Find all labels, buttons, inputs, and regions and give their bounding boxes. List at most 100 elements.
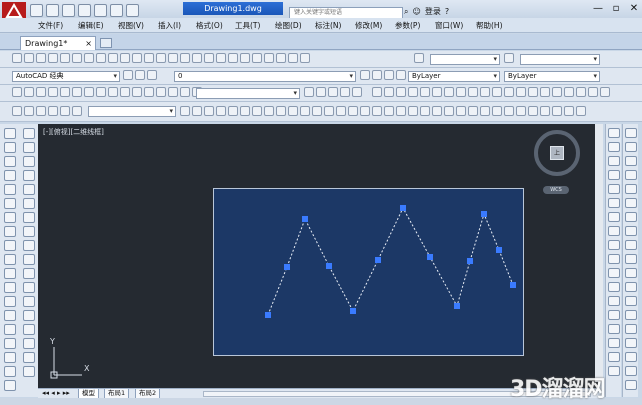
wedge-icon[interactable] — [420, 87, 430, 97]
menu-window[interactable]: 窗口(W) — [435, 20, 463, 31]
3d-rotate-icon[interactable] — [552, 87, 562, 97]
menu-draw[interactable]: 绘图(D) — [275, 20, 302, 31]
vertical-scrollbar[interactable] — [595, 124, 603, 382]
matchprop-icon[interactable] — [132, 53, 142, 63]
ellipse-arc-icon[interactable] — [4, 268, 16, 279]
snap-quadrant-icon[interactable] — [608, 184, 620, 194]
ucs-world-icon[interactable] — [168, 87, 178, 97]
menu-file[interactable]: 文件(F) — [38, 20, 63, 31]
snap-apparent-icon[interactable] — [608, 324, 620, 334]
menu-tools[interactable]: 工具(T) — [235, 20, 260, 31]
polygon-icon[interactable] — [4, 170, 16, 181]
top-view-icon[interactable] — [60, 87, 70, 97]
snap-intersection-icon[interactable] — [608, 156, 620, 166]
extract-icon[interactable] — [492, 106, 502, 116]
insert-block-icon[interactable] — [4, 282, 16, 293]
break-icon[interactable] — [23, 282, 35, 293]
help-icon[interactable]: ? — [445, 7, 449, 16]
dim-break-icon[interactable] — [625, 296, 637, 306]
region-icon[interactable] — [4, 352, 16, 363]
point-icon[interactable] — [4, 310, 16, 321]
close-button[interactable]: ✕ — [628, 3, 640, 14]
new-icon[interactable] — [30, 4, 43, 17]
help-icon[interactable] — [300, 53, 310, 63]
rectangle-icon[interactable] — [4, 184, 16, 195]
refine-icon[interactable] — [288, 106, 298, 116]
snap-insert-icon[interactable] — [608, 240, 620, 250]
offset-icon[interactable] — [23, 170, 35, 181]
dim-angular-icon[interactable] — [625, 226, 637, 236]
section-icon[interactable] — [576, 87, 586, 97]
linetype-select[interactable]: ByLayer — [504, 71, 600, 82]
curvature-icon[interactable] — [468, 106, 478, 116]
draft-icon[interactable] — [480, 106, 490, 116]
table-icon[interactable] — [4, 366, 16, 377]
move-icon[interactable] — [23, 198, 35, 209]
wcs-menu[interactable]: WCS — [543, 186, 569, 194]
preview-icon[interactable] — [60, 53, 70, 63]
dim-jogged-icon[interactable] — [625, 198, 637, 208]
presspull-icon[interactable] — [528, 87, 538, 97]
snap-tangent-icon[interactable] — [608, 198, 620, 208]
block-editor-icon[interactable] — [144, 53, 154, 63]
mtext-icon[interactable] — [4, 380, 16, 391]
camera-icon[interactable] — [144, 87, 154, 97]
lineweight-select[interactable] — [88, 106, 176, 117]
new-tab-icon[interactable] — [100, 38, 112, 48]
plot-icon[interactable] — [48, 53, 58, 63]
analysis-icon[interactable] — [444, 106, 454, 116]
layer-state-icon[interactable] — [147, 70, 157, 80]
center-mark-icon[interactable] — [625, 324, 637, 334]
ucs-icon[interactable] — [156, 87, 166, 97]
dim-quick-icon[interactable] — [625, 240, 637, 250]
save-icon[interactable] — [36, 53, 46, 63]
open-icon[interactable] — [46, 4, 59, 17]
iso-view-icon[interactable] — [132, 87, 142, 97]
tab-nav-arrows-icon[interactable]: ◂◂ ◂ ▸ ▸▸ — [42, 389, 70, 397]
menu-insert[interactable]: 插入(I) — [158, 20, 181, 31]
sculpt-icon[interactable] — [396, 106, 406, 116]
stretch-icon[interactable] — [23, 240, 35, 251]
snap-node-icon[interactable] — [608, 254, 620, 264]
layer-previous-icon[interactable] — [372, 70, 382, 80]
hatch-icon[interactable] — [4, 324, 16, 335]
pan-icon[interactable] — [180, 53, 190, 63]
mesh-icon[interactable] — [264, 106, 274, 116]
redo-icon[interactable] — [126, 4, 139, 17]
materials-icon[interactable] — [204, 106, 214, 116]
dim-edit-icon[interactable] — [625, 366, 637, 376]
file-tab-drawing1[interactable]: Drawing1* × — [20, 36, 96, 50]
zebra-icon[interactable] — [456, 106, 466, 116]
ucs-previous-icon[interactable] — [180, 87, 190, 97]
polyline-segment[interactable] — [267, 206, 514, 316]
environment-icon[interactable] — [216, 106, 226, 116]
patch-icon[interactable] — [336, 106, 346, 116]
cv-icon[interactable] — [420, 106, 430, 116]
undo-icon[interactable] — [110, 4, 123, 17]
zoom-previous-icon[interactable] — [216, 53, 226, 63]
grip-handle[interactable] — [400, 205, 406, 211]
save-as-icon[interactable] — [78, 4, 91, 17]
viewcube-top-face[interactable]: 上 — [550, 146, 564, 160]
layer-isolate-icon[interactable] — [384, 70, 394, 80]
fly-icon[interactable] — [252, 106, 262, 116]
blend-icon[interactable] — [324, 106, 334, 116]
layer-select[interactable]: 0 — [174, 71, 356, 82]
scale-icon[interactable] — [23, 226, 35, 237]
imprint-icon[interactable] — [600, 87, 610, 97]
project-icon[interactable] — [504, 106, 514, 116]
text-style-icon[interactable] — [414, 53, 424, 63]
grip-handle[interactable] — [496, 247, 502, 253]
circle-icon[interactable] — [4, 212, 16, 223]
dim-radius-icon[interactable] — [625, 184, 637, 194]
menu-view[interactable]: 视图(V) — [118, 20, 144, 31]
polyline-drawing[interactable] — [214, 189, 525, 357]
zoom-realtime-icon[interactable] — [192, 53, 202, 63]
rotate-icon[interactable] — [23, 212, 35, 223]
3d-move-icon[interactable] — [540, 87, 550, 97]
snap-endpoint-icon[interactable] — [608, 128, 620, 138]
cylinder-icon[interactable] — [384, 87, 394, 97]
hidden-icon[interactable] — [316, 87, 326, 97]
grip-handle[interactable] — [427, 254, 433, 260]
snap-parallel-icon[interactable] — [608, 226, 620, 236]
